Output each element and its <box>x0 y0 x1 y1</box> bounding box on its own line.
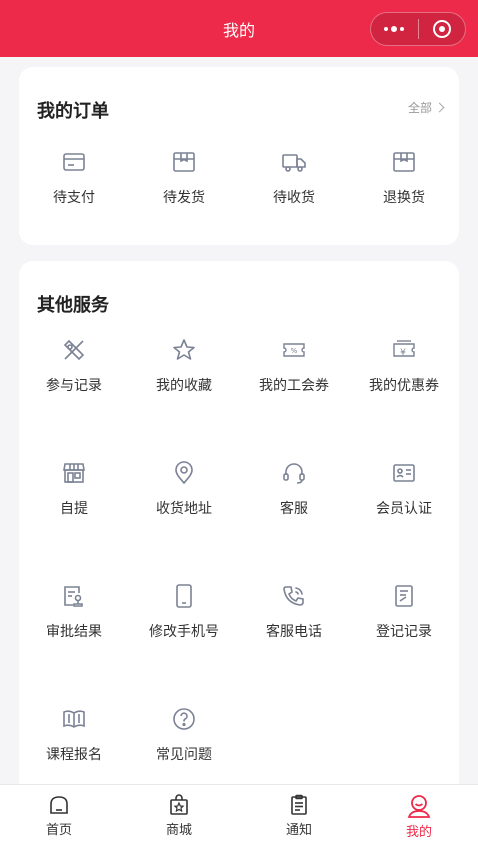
service-participation-records[interactable]: 参与记录 <box>19 337 129 395</box>
order-item-pending-payment[interactable]: 待支付 <box>19 149 129 207</box>
service-approval-results[interactable]: 审批结果 <box>19 583 129 641</box>
discount-coupon-icon: % <box>283 343 305 357</box>
service-favorites[interactable]: 我的收藏 <box>129 337 239 395</box>
approval-icon <box>64 586 83 607</box>
tab-label: 我的 <box>405 825 432 840</box>
service-label: 参与记录 <box>46 378 102 394</box>
service-label: 自提 <box>60 501 88 517</box>
tab-label: 通知 <box>285 823 312 838</box>
tab-home[interactable]: 首页 <box>19 793 99 838</box>
services-card: 其他服务 参与记录 我的收藏 % 我的工会券 ¥ 我的优惠券 自提 收货地址 客… <box>19 261 459 801</box>
page-title: 我的 <box>222 20 255 40</box>
service-label: 常见问题 <box>156 747 212 763</box>
order-item-label: 待发货 <box>163 190 205 206</box>
card-icon <box>63 153 85 171</box>
location-icon <box>175 461 193 485</box>
bottom-tab-bar: 首页 商城 通知 我的 <box>0 784 478 850</box>
orders-card: 我的订单 全部 待支付 待发货 待收货 退换货 <box>19 67 459 245</box>
store-icon <box>63 463 85 483</box>
service-member-verification[interactable]: 会员认证 <box>349 460 459 518</box>
star-icon <box>173 339 195 360</box>
tab-mine[interactable]: 我的 <box>379 793 459 840</box>
order-item-label: 退换货 <box>383 190 425 206</box>
tab-mall[interactable]: 商城 <box>139 793 219 838</box>
tab-notice[interactable]: 通知 <box>259 793 339 838</box>
mini-program-capsule <box>370 12 466 46</box>
chevron-right-icon <box>434 102 445 113</box>
profile-icon <box>407 795 431 818</box>
book-icon <box>63 710 85 728</box>
phone-icon <box>176 584 192 608</box>
title-bar: 我的 <box>0 0 478 57</box>
record-icon <box>395 585 413 607</box>
notice-icon <box>291 794 307 815</box>
service-label: 我的工会券 <box>259 378 329 394</box>
order-item-pending-shipment[interactable]: 待发货 <box>129 149 239 207</box>
service-label: 收货地址 <box>156 501 212 517</box>
yen-coupon-icon: ¥ <box>393 340 415 358</box>
all-orders-label: 全部 <box>407 101 432 115</box>
service-customer-service[interactable]: 客服 <box>239 460 349 518</box>
service-course-registration[interactable]: 课程报名 <box>19 706 129 764</box>
svg-text:%: % <box>291 347 298 355</box>
service-shipping-address[interactable]: 收货地址 <box>129 460 239 518</box>
all-orders-link[interactable]: 全部 <box>407 99 445 116</box>
orders-title: 我的订单 <box>37 101 109 122</box>
service-label: 登记记录 <box>376 624 432 640</box>
service-label: 会员认证 <box>376 501 432 517</box>
service-hotline[interactable]: 客服电话 <box>239 583 349 641</box>
service-label: 我的优惠券 <box>369 378 439 394</box>
order-item-label: 待收货 <box>273 190 315 206</box>
service-faq[interactable]: 常见问题 <box>129 706 239 764</box>
order-item-label: 待支付 <box>53 190 95 206</box>
service-my-coupons[interactable]: ¥ 我的优惠券 <box>349 337 459 395</box>
order-item-returns[interactable]: 退换货 <box>349 149 459 207</box>
service-label: 我的收藏 <box>156 378 212 394</box>
ticket-off-icon <box>63 339 85 361</box>
box-return-icon <box>393 152 415 172</box>
service-label: 修改手机号 <box>149 624 219 640</box>
id-card-icon <box>393 464 415 482</box>
service-label: 课程报名 <box>46 747 102 763</box>
service-union-coupons[interactable]: % 我的工会券 <box>239 337 349 395</box>
service-label: 客服 <box>280 501 308 517</box>
close-button[interactable] <box>419 13 466 45</box>
more-dots-icon <box>384 26 405 32</box>
shop-bag-icon <box>170 794 188 815</box>
target-circle-icon <box>432 20 451 38</box>
more-button[interactable] <box>371 13 418 45</box>
service-label: 客服电话 <box>266 624 322 640</box>
order-item-pending-receipt[interactable]: 待收货 <box>239 149 349 207</box>
service-label: 审批结果 <box>46 624 102 640</box>
home-icon <box>50 796 68 814</box>
box-icon <box>173 152 195 172</box>
phone-call-icon <box>283 586 304 606</box>
service-self-pickup[interactable]: 自提 <box>19 460 129 518</box>
tab-label: 商城 <box>165 823 192 838</box>
service-registration-records[interactable]: 登记记录 <box>349 583 459 641</box>
services-title: 其他服务 <box>37 295 109 316</box>
service-change-phone[interactable]: 修改手机号 <box>129 583 239 641</box>
question-icon <box>173 708 195 730</box>
svg-text:¥: ¥ <box>400 348 406 358</box>
tab-label: 首页 <box>45 823 72 838</box>
headset-icon <box>283 463 305 484</box>
truck-icon <box>282 154 306 172</box>
